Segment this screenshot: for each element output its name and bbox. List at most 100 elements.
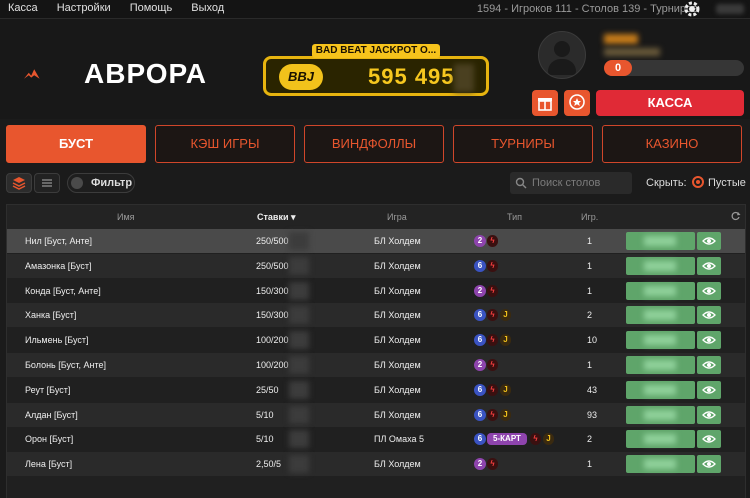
cashier-button[interactable]: КАССА <box>596 90 744 116</box>
watch-button[interactable] <box>697 331 721 350</box>
tab-casino[interactable]: КАЗИНО <box>602 125 742 163</box>
joker-icon: J <box>500 408 511 421</box>
watch-button[interactable] <box>697 405 721 424</box>
table-row[interactable]: Ханка [Буст] 150/300 БЛ Холдем 6 ϟ J 2 <box>7 303 745 328</box>
bolt-icon: ϟ <box>487 284 498 297</box>
table-stakes: 25/50 <box>256 384 279 395</box>
join-button[interactable] <box>626 281 695 300</box>
table-row[interactable]: Конда [Буст, Анте] 150/300 БЛ Холдем 2 ϟ 1 <box>7 279 745 303</box>
table-stakes: 250/500 <box>256 236 289 246</box>
type-seats-badge: 6 <box>474 334 486 347</box>
table-name: Нил [Буст, Анте] <box>25 236 93 246</box>
tab-tournaments[interactable]: ТУРНИРЫ <box>453 125 593 163</box>
header-players[interactable]: Игр. <box>581 212 598 222</box>
join-button[interactable] <box>626 356 695 374</box>
type-seats-badge: 6 <box>474 433 486 446</box>
game-tabs: БУСТ КЭШ ИГРЫ ВИНДФОЛЛЫ ТУРНИРЫ КАЗИНО <box>6 125 746 163</box>
joker-icon: J <box>500 383 511 396</box>
eye-icon <box>702 286 716 295</box>
table-game: БЛ Холдем <box>374 409 421 420</box>
tab-windfalls[interactable]: ВИНДФОЛЛЫ <box>304 125 444 163</box>
gear-icon[interactable] <box>682 0 702 19</box>
empty-label[interactable]: Пустые <box>708 177 746 189</box>
watch-button[interactable] <box>697 356 721 374</box>
top-menu: Касса Настройки Помощь Выход <box>8 2 240 14</box>
watch-button[interactable] <box>697 306 721 325</box>
search-input[interactable] <box>530 175 630 191</box>
table-game: БЛ Холдем <box>374 310 421 321</box>
header-game[interactable]: Игра <box>387 212 407 222</box>
table-game: БЛ Холдем <box>374 335 421 346</box>
filter-label: Фильтр <box>91 177 133 189</box>
avatar[interactable] <box>538 31 586 79</box>
table-header: Имя Ставки ▾ Игра Тип Игр. <box>7 205 745 229</box>
stakes-blurred <box>289 430 309 449</box>
menu-item-cashier[interactable]: Касса <box>8 2 38 14</box>
watch-button[interactable] <box>697 430 721 449</box>
brand-logo-icon <box>24 69 40 79</box>
hide-empty-radio[interactable] <box>692 176 704 188</box>
stakes-blurred <box>289 455 309 474</box>
header-stakes-label: Ставки <box>257 212 289 222</box>
join-label-blurred <box>644 384 676 395</box>
hide-label: Скрыть: <box>646 177 687 189</box>
header-type[interactable]: Тип <box>507 212 522 222</box>
menu-item-help[interactable]: Помощь <box>130 2 173 14</box>
eye-icon <box>702 386 716 394</box>
type-seats-badge: 2 <box>474 235 486 247</box>
table-game: БЛ Холдем <box>374 384 421 395</box>
view-layers-button[interactable] <box>6 173 32 193</box>
filter-toggle[interactable]: Фильтр <box>67 173 135 193</box>
bolt-icon: ϟ <box>487 309 498 322</box>
table-row[interactable]: Нил [Буст, Анте] 250/500 БЛ Холдем 2 ϟ 1 <box>7 229 745 253</box>
blurred-user-info <box>716 4 744 14</box>
stakes-blurred <box>289 405 309 424</box>
filter-bar: Фильтр Скрыть: Пустые <box>0 170 750 196</box>
badge-icon <box>569 94 585 110</box>
eye-icon <box>702 410 716 419</box>
join-button[interactable] <box>626 331 695 350</box>
gift-button[interactable] <box>532 90 558 116</box>
view-list-button[interactable] <box>34 173 60 193</box>
table-game: БЛ Холдем <box>374 459 421 470</box>
tab-cash-games[interactable]: КЭШ ИГРЫ <box>155 125 295 163</box>
menu-item-exit[interactable]: Выход <box>191 2 224 14</box>
watch-button[interactable] <box>697 380 721 399</box>
table-players: 2 <box>587 310 593 321</box>
refresh-icon[interactable] <box>731 211 741 221</box>
join-button[interactable] <box>626 306 695 325</box>
balance-bar: 0 <box>604 60 744 76</box>
join-button[interactable] <box>626 232 695 250</box>
menu-item-settings[interactable]: Настройки <box>57 2 111 14</box>
table-row[interactable]: Реут [Буст] 25/50 БЛ Холдем 6 ϟ J 43 <box>7 378 745 402</box>
join-button[interactable] <box>626 380 695 399</box>
stakes-blurred <box>289 256 309 275</box>
table-row[interactable]: Алдан [Буст] 5/10 БЛ Холдем 6 ϟ J 93 <box>7 402 745 427</box>
join-label-blurred <box>644 335 676 346</box>
bonus-button[interactable] <box>564 90 590 116</box>
watch-button[interactable] <box>697 232 721 250</box>
header-stakes[interactable]: Ставки ▾ <box>257 212 296 223</box>
table-row[interactable]: Амазонка [Буст] 250/500 БЛ Холдем 6 ϟ 1 <box>7 253 745 278</box>
join-button[interactable] <box>626 256 695 275</box>
join-button[interactable] <box>626 455 695 474</box>
table-row[interactable]: Болонь [Буст, Анте] 100/200 БЛ Холдем 2 ϟ 1 <box>7 353 745 377</box>
join-button[interactable] <box>626 405 695 424</box>
watch-button[interactable] <box>697 256 721 275</box>
join-button[interactable] <box>626 430 695 449</box>
table-name: Ильмень [Буст] <box>25 335 89 346</box>
join-label-blurred <box>644 310 676 321</box>
table-name: Лена [Буст] <box>25 459 73 470</box>
tab-boost[interactable]: БУСТ <box>6 125 146 163</box>
type-seats-badge: 6 <box>474 259 486 272</box>
avatar-head <box>554 41 570 57</box>
table-players: 1 <box>587 459 593 470</box>
table-row[interactable]: Орон [Буст] 5/10 ПЛ Омаха 5 6 5-КАРТ ϟ J 2 <box>7 427 745 451</box>
watch-button[interactable] <box>697 455 721 474</box>
table-row[interactable]: Лена [Буст] 2,50/5 БЛ Холдем 2 ϟ 1 <box>7 452 745 477</box>
table-row[interactable]: Ильмень [Буст] 100/200 БЛ Холдем 6 ϟ J 10 <box>7 328 745 352</box>
watch-button[interactable] <box>697 281 721 300</box>
jackpot-label: BAD BEAT JACKPOT O... <box>312 44 440 58</box>
header-name[interactable]: Имя <box>117 212 135 222</box>
search-icon <box>515 177 527 189</box>
